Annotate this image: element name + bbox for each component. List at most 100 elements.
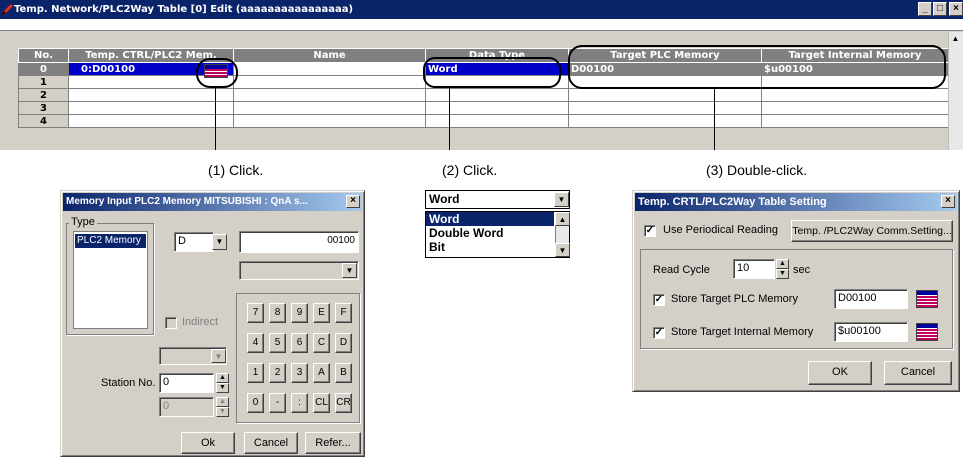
pencil-icon (2, 3, 14, 15)
chevron-down-icon[interactable]: ▼ (342, 263, 357, 278)
keypad-key[interactable]: D (335, 333, 352, 353)
cell-temp-mem[interactable] (68, 114, 234, 128)
callout-ring-1 (196, 58, 238, 88)
station-input-2[interactable]: 0 (159, 397, 214, 417)
read-cycle-input[interactable]: 10 (733, 259, 775, 279)
window-title: Temp. Network/PLC2Way Table [0] Edit (aa… (0, 0, 963, 19)
refer-button[interactable]: Refer... (305, 432, 361, 454)
keypad-key[interactable]: CL (313, 393, 330, 413)
table-row[interactable]: 2 (18, 88, 949, 102)
vertical-scrollbar[interactable] (948, 32, 963, 150)
read-cycle-label: Read Cycle (653, 264, 710, 276)
spin-down-icon[interactable]: ▼ (216, 407, 229, 417)
cell-name[interactable] (233, 88, 426, 102)
option-bit[interactable]: Bit (426, 240, 569, 254)
type-item-selected[interactable]: PLC2 Memory (75, 234, 146, 248)
cell-target-plc[interactable] (568, 101, 762, 115)
scroll-up-arrow-icon[interactable]: ▲ (949, 32, 962, 45)
cell-target-internal[interactable] (761, 101, 949, 115)
chevron-down-icon[interactable]: ▼ (554, 192, 569, 207)
row-number: 4 (18, 114, 69, 128)
spin-down-icon[interactable]: ▼ (776, 269, 789, 279)
maximize-button[interactable]: □ (933, 2, 947, 16)
sub-select-disabled[interactable] (239, 261, 359, 280)
leader-line-3 (714, 89, 715, 150)
device-select[interactable]: D (174, 232, 214, 252)
cell-target-plc[interactable] (568, 114, 762, 128)
store-plc-input[interactable]: D00100 (834, 289, 908, 309)
cell-temp-mem[interactable] (68, 88, 234, 102)
data-type-select[interactable]: Word (425, 190, 570, 209)
cell-name[interactable] (233, 101, 426, 115)
cell-name[interactable] (233, 114, 426, 128)
station-input[interactable]: 0 (159, 373, 214, 393)
ok-button[interactable]: OK (808, 361, 872, 385)
cancel-button[interactable]: Cancel (884, 361, 952, 385)
cell-data-type[interactable] (425, 101, 569, 115)
keypad-key[interactable]: 4 (247, 333, 264, 353)
keypad-key[interactable]: 3 (291, 363, 308, 383)
keypad-key[interactable]: 8 (269, 303, 286, 323)
callout-ring-2 (423, 57, 561, 88)
ok-button[interactable]: Ok (181, 432, 235, 454)
close-button[interactable]: × (949, 2, 963, 16)
close-icon[interactable]: × (941, 195, 955, 208)
indirect-checkbox[interactable] (165, 317, 177, 329)
cell-target-internal[interactable] (761, 114, 949, 128)
spin-up-icon[interactable]: ▲ (776, 259, 789, 269)
store-internal-input[interactable]: $u00100 (834, 322, 908, 342)
keypad-key[interactable]: E (313, 303, 330, 323)
memory-input-icon[interactable] (916, 323, 938, 341)
chevron-down-icon[interactable]: ▼ (212, 234, 227, 250)
spin-up-icon[interactable]: ▲ (216, 397, 229, 407)
cell-data-type[interactable] (425, 114, 569, 128)
store-plc-value: D00100 (838, 292, 877, 304)
col-header-no[interactable]: No. (18, 48, 69, 63)
option-double-word[interactable]: Double Word (426, 226, 569, 240)
scroll-up-arrow-icon[interactable]: ▲ (555, 212, 570, 226)
table-row[interactable]: 4 (18, 114, 949, 128)
cell-target-plc[interactable] (568, 88, 762, 102)
keypad-key[interactable]: 7 (247, 303, 264, 323)
cancel-button[interactable]: Cancel (244, 432, 298, 454)
keypad-key[interactable]: 1 (247, 363, 264, 383)
row-number: 1 (18, 75, 69, 89)
memory-input-icon[interactable] (916, 290, 938, 308)
keypad-key[interactable]: 6 (291, 333, 308, 353)
keypad-key[interactable]: : (291, 393, 308, 413)
dialog-title: Temp. CRTL/PLC2Way Table Setting (635, 193, 957, 211)
option-word[interactable]: Word (426, 212, 554, 226)
scroll-down-arrow-icon[interactable]: ▼ (555, 243, 570, 257)
spin-down-icon[interactable]: ▼ (216, 383, 229, 393)
table-row[interactable]: 3 (18, 101, 949, 115)
keypad-key[interactable]: - (269, 393, 286, 413)
spin-up-icon[interactable]: ▲ (216, 373, 229, 383)
keypad-key[interactable]: F (335, 303, 352, 323)
keypad-key[interactable]: CR (335, 393, 352, 413)
comm-setting-button[interactable]: Temp. /PLC2Way Comm.Setting... (791, 220, 953, 242)
cell-name[interactable] (233, 62, 426, 76)
chevron-down-icon[interactable]: ▼ (211, 349, 226, 363)
minimize-button[interactable]: _ (918, 2, 932, 16)
station-label: Station No. (101, 377, 156, 389)
address-input[interactable]: 00100 (239, 231, 359, 253)
periodical-checkbox[interactable]: ✓ (644, 225, 656, 237)
cell-target-internal[interactable] (761, 88, 949, 102)
store-plc-checkbox[interactable]: ✓ (653, 294, 665, 306)
keypad-key[interactable]: 5 (269, 333, 286, 353)
keypad-key[interactable]: 0 (247, 393, 264, 413)
keypad-key[interactable]: 9 (291, 303, 308, 323)
close-icon[interactable]: × (346, 195, 360, 208)
store-internal-checkbox[interactable]: ✓ (653, 327, 665, 339)
keypad-key[interactable]: C (313, 333, 330, 353)
cell-temp-mem[interactable] (68, 101, 234, 115)
keypad-key[interactable]: 2 (269, 363, 286, 383)
cell-data-type[interactable] (425, 88, 569, 102)
type-listbox[interactable]: PLC2 Memory (73, 231, 148, 329)
data-type-listbox[interactable]: Word Double Word Bit (425, 211, 570, 258)
keypad-key[interactable]: A (313, 363, 330, 383)
cell-name[interactable] (233, 75, 426, 89)
periodical-label: Use Periodical Reading (663, 224, 778, 236)
keypad-key[interactable]: B (335, 363, 352, 383)
col-header-name[interactable]: Name (233, 48, 426, 63)
